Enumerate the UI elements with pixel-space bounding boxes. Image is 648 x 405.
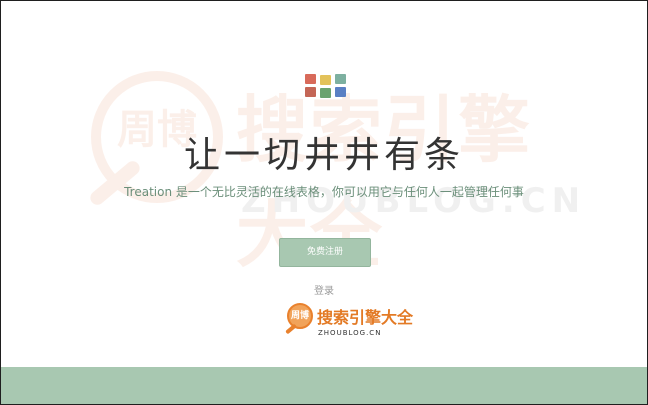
logo-block (335, 87, 346, 97)
watermark-small: 周博 搜索引擎大全 ZHOUBLOG.CN (285, 303, 413, 341)
logo-block (320, 88, 331, 98)
logo-block (305, 87, 316, 97)
hero-tagline: Treation 是一个无比灵活的在线表格，你可以用它与任何人一起管理任何事 (124, 185, 524, 199)
logo-block (320, 75, 331, 85)
logo-block (335, 74, 346, 84)
login-link[interactable]: 登录 (1, 282, 647, 297)
watermark-subtitle: ZHOUBLOG.CN (318, 329, 382, 337)
logo-block (305, 74, 316, 84)
page-frame: 周博 搜索引擎大全 ZHOUBLOG.CN 让一切井井有条 Treation 是… (0, 0, 648, 405)
watermark-mark: 周博 (291, 311, 310, 321)
magnifier-handle (285, 323, 297, 335)
watermark-title: 搜索引擎大全 (317, 308, 414, 327)
footer-band (1, 367, 647, 404)
hero-headline: 让一切井井有条 (183, 135, 464, 176)
treation-logo-icon (305, 74, 347, 98)
register-button[interactable]: 免费注册 (279, 238, 371, 267)
